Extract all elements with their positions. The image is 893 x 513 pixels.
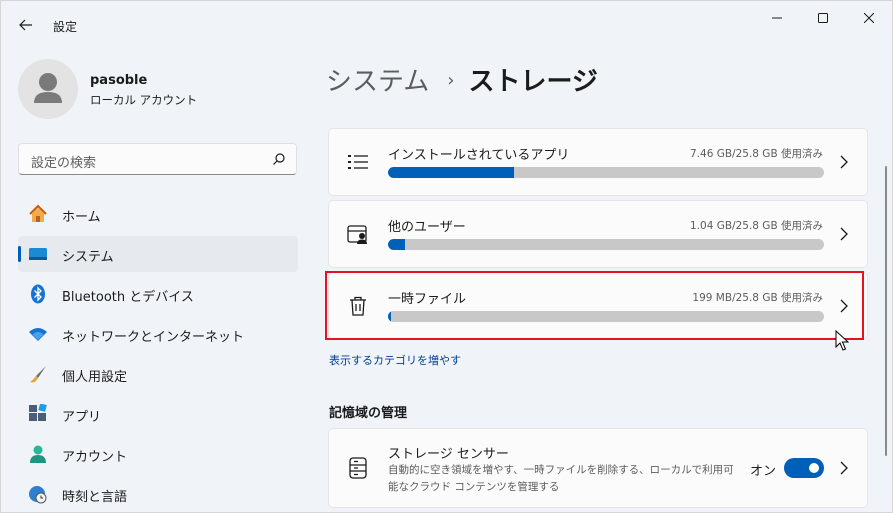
toggle-state-label: オン bbox=[750, 464, 777, 479]
chevron-right-icon bbox=[840, 155, 848, 169]
title-bar: 設定 bbox=[1, 1, 892, 49]
user-profile[interactable]: pasoble ローカル アカウント bbox=[18, 59, 298, 121]
close-icon bbox=[864, 13, 874, 23]
settings-window: 設定 pasoble ローカル アカウント 設定の検索 ホーム システム Blu… bbox=[0, 0, 893, 513]
storage-item-title: 他のユーザー bbox=[388, 220, 466, 235]
page-title: ストレージ bbox=[468, 67, 598, 97]
storage-item-usage: 1.04 GB/25.8 GB 使用済み bbox=[690, 220, 823, 232]
storage-sense-card[interactable]: ストレージ センサー 自動的に空き領域を増やす、一時ファイルを削除する、ローカル… bbox=[328, 428, 868, 508]
maximize-button[interactable] bbox=[800, 1, 846, 35]
sidebar-item-label: アプリ bbox=[62, 410, 102, 425]
chevron-right-icon bbox=[840, 227, 848, 241]
system-icon bbox=[29, 248, 47, 260]
search-icon bbox=[273, 153, 285, 165]
storage-item-title: インストールされているアプリ bbox=[388, 148, 570, 163]
usage-bar-fill bbox=[388, 311, 392, 322]
back-button[interactable] bbox=[13, 12, 39, 38]
sidebar-item-home[interactable]: ホーム bbox=[18, 196, 298, 232]
breadcrumb-separator: › bbox=[447, 70, 455, 91]
search-placeholder: 設定の検索 bbox=[31, 156, 97, 171]
usage-bar-fill bbox=[388, 239, 406, 250]
chevron-right-icon bbox=[840, 461, 848, 475]
storage-drive-icon bbox=[349, 457, 367, 479]
window-title: 設定 bbox=[53, 20, 78, 34]
sidebar-item-label: システム bbox=[62, 250, 114, 265]
sidebar-item-label: 個人用設定 bbox=[62, 370, 128, 385]
user-name: pasoble bbox=[90, 73, 148, 88]
usage-bar bbox=[388, 311, 824, 322]
avatar bbox=[18, 59, 78, 119]
storage-item-installed-apps[interactable]: インストールされているアプリ 7.46 GB/25.8 GB 使用済み bbox=[328, 128, 868, 196]
storage-sense-description: 自動的に空き領域を増やす、一時ファイルを削除する、ローカルで利用可能なクラウド … bbox=[388, 464, 734, 493]
scrollbar[interactable] bbox=[885, 166, 887, 456]
breadcrumb: システム › ストレージ bbox=[326, 61, 598, 98]
sidebar-item-bluetooth[interactable]: Bluetooth とデバイス bbox=[18, 276, 298, 312]
storage-item-usage: 7.46 GB/25.8 GB 使用済み bbox=[690, 148, 823, 160]
settings-search-input[interactable]: 設定の検索 bbox=[18, 143, 297, 175]
minimize-icon bbox=[772, 17, 782, 19]
sidebar-item-personalization[interactable]: 個人用設定 bbox=[18, 356, 298, 392]
storage-item-title: 一時ファイル bbox=[388, 292, 467, 307]
active-indicator bbox=[18, 246, 21, 262]
user-silhouette-icon bbox=[34, 73, 62, 103]
usage-bar bbox=[388, 239, 824, 250]
maximize-icon bbox=[818, 13, 828, 23]
show-more-categories-link[interactable]: 表示するカテゴリを増やす bbox=[329, 352, 461, 368]
sidebar-item-apps[interactable]: アプリ bbox=[18, 396, 298, 432]
brush-icon bbox=[30, 366, 46, 383]
toggle-knob bbox=[809, 463, 819, 473]
sidebar-item-label: Bluetooth とデバイス bbox=[62, 290, 194, 305]
storage-item-temp-files[interactable]: 一時ファイル 199 MB/25.8 GB 使用済み bbox=[328, 272, 868, 340]
mouse-cursor-icon bbox=[835, 330, 849, 351]
sidebar-item-accounts[interactable]: アカウント bbox=[18, 436, 298, 472]
sidebar-item-label: アカウント bbox=[62, 450, 128, 465]
sidebar-item-network[interactable]: ネットワークとインターネット bbox=[18, 316, 298, 352]
sidebar-item-label: 時刻と言語 bbox=[62, 490, 128, 505]
sidebar-item-system[interactable]: システム bbox=[18, 236, 298, 272]
storage-item-usage: 199 MB/25.8 GB 使用済み bbox=[692, 292, 823, 304]
wifi-icon bbox=[29, 328, 47, 341]
sidebar-item-time-language[interactable]: 時刻と言語 bbox=[18, 476, 298, 512]
sidebar-nav: ホーム システム Bluetooth とデバイス ネットワークとインターネット bbox=[18, 196, 298, 512]
globe-clock-icon bbox=[29, 486, 47, 504]
storage-sense-title: ストレージ センサー bbox=[388, 447, 509, 462]
back-arrow-icon bbox=[19, 19, 32, 31]
section-title: 記憶域の管理 bbox=[329, 406, 408, 421]
account-type: ローカル アカウント bbox=[90, 93, 198, 107]
sidebar-item-label: ネットワークとインターネット bbox=[62, 330, 245, 345]
bluetooth-icon bbox=[31, 284, 45, 304]
usage-bar-fill bbox=[388, 167, 514, 178]
storage-sense-toggle[interactable] bbox=[784, 458, 824, 478]
chevron-right-icon bbox=[840, 299, 848, 313]
list-icon bbox=[348, 155, 368, 169]
close-button[interactable] bbox=[846, 1, 892, 35]
account-icon bbox=[30, 445, 46, 463]
minimize-button[interactable] bbox=[754, 1, 800, 35]
sidebar-item-label: ホーム bbox=[62, 210, 101, 225]
home-icon bbox=[29, 204, 47, 222]
trash-icon bbox=[350, 296, 366, 316]
usage-bar bbox=[388, 167, 824, 178]
apps-icon bbox=[29, 404, 47, 421]
breadcrumb-parent[interactable]: システム bbox=[326, 67, 429, 97]
other-users-icon bbox=[347, 225, 367, 244]
storage-item-other-users[interactable]: 他のユーザー 1.04 GB/25.8 GB 使用済み bbox=[328, 200, 868, 268]
